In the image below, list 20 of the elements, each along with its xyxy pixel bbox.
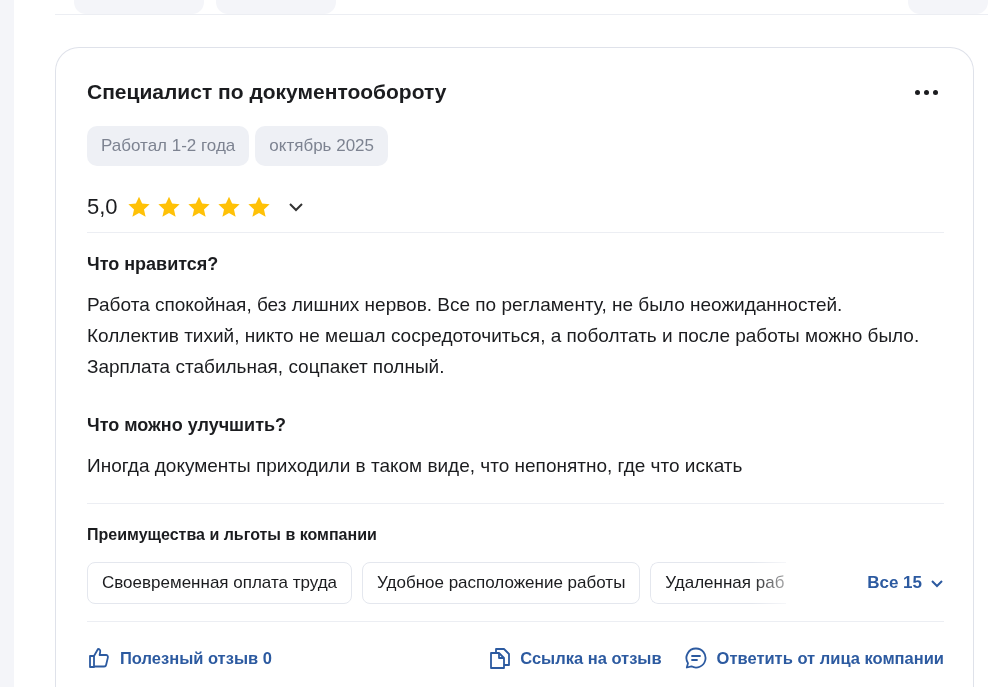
show-all-button[interactable]: Все 15 [867, 573, 944, 593]
like-link[interactable]: Полезный отзыв 0 [87, 646, 272, 670]
review-text: Работа спокойная, без лишних нервов. Все по регламенту, не было неожиданностей. Коллектив тихий, никто не мешал сосредоточиться, а поболтать и после работы можно было. Зарплата стабильная, соцпакет полный. [87, 293, 921, 379]
tag: Работал 1-2 года [87, 126, 250, 166]
chevron-down-icon [930, 578, 944, 588]
copy-icon [489, 646, 512, 670]
speech-bubble-icon [683, 646, 708, 670]
section-heading: Что нравится? [87, 253, 220, 275]
rating-value: 5,0 [87, 194, 118, 220]
comment-link[interactable]: Ответить от лица компании [683, 646, 944, 670]
tag: октябрь 2025 [255, 126, 388, 166]
thumbs-up-icon [87, 646, 111, 670]
benefit-chip: Своевременная оплата труда [87, 562, 353, 604]
section-heading: Что можно улучшить? [87, 414, 288, 436]
benefit-chip: Удаленная раб [650, 562, 787, 604]
copy-link[interactable]: Ссылка на отзыв [489, 646, 662, 670]
review-text: Иногда документы приходили в таком виде, что непонятно, где что искать [87, 454, 744, 478]
review-title: Специалист по документообороту [87, 79, 447, 105]
benefit-chip: Удобное расположение работы [362, 562, 641, 604]
benefits-heading: Преимущества и льготы в компании [87, 526, 378, 544]
